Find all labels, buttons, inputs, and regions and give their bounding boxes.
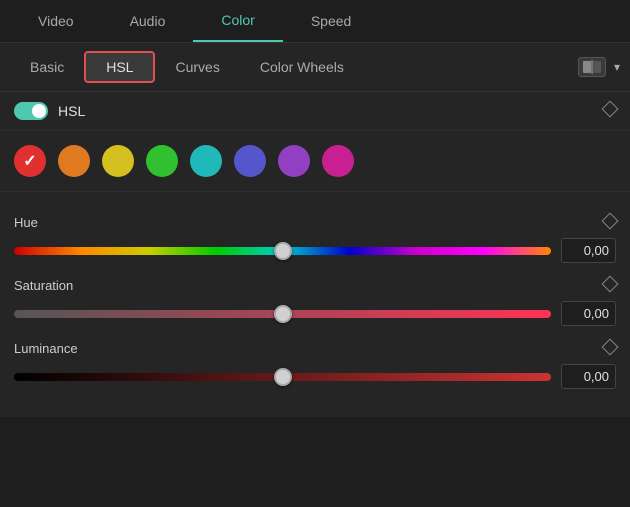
hue-reset-icon[interactable]: [604, 214, 616, 230]
toggle-knob: [32, 104, 46, 118]
subtab-color-wheels[interactable]: Color Wheels: [240, 53, 364, 81]
saturation-slider-container: [14, 301, 616, 326]
hue-slider-row: Hue: [14, 214, 616, 263]
luminance-thumb[interactable]: [274, 368, 292, 386]
top-tab-bar: Video Audio Color Speed: [0, 0, 630, 43]
subtab-basic[interactable]: Basic: [10, 53, 84, 81]
saturation-reset-icon[interactable]: [604, 277, 616, 293]
hue-label: Hue: [14, 215, 38, 230]
luminance-slider-container: [14, 364, 616, 389]
saturation-value-input[interactable]: [561, 301, 616, 326]
swatch-blue[interactable]: [234, 145, 266, 177]
hsl-toggle[interactable]: [14, 102, 48, 120]
saturation-label: Saturation: [14, 278, 73, 293]
sliders-section: Hue Saturation Luminance: [0, 192, 630, 417]
saturation-track-wrap[interactable]: [14, 304, 551, 324]
tab-color[interactable]: Color: [193, 0, 282, 42]
swatch-red[interactable]: [14, 145, 46, 177]
luminance-label-row: Luminance: [14, 340, 616, 356]
tab-audio[interactable]: Audio: [102, 0, 194, 42]
swatch-magenta[interactable]: [322, 145, 354, 177]
hue-slider-container: [14, 238, 616, 263]
reset-diamond-icon[interactable]: [604, 102, 616, 120]
swatch-cyan[interactable]: [190, 145, 222, 177]
saturation-slider-row: Saturation: [14, 277, 616, 326]
sub-tabs-right-controls: ▾: [578, 57, 620, 77]
swatch-yellow[interactable]: [102, 145, 134, 177]
section-title: HSL: [58, 103, 85, 119]
hue-value-input[interactable]: [561, 238, 616, 263]
luminance-value-input[interactable]: [561, 364, 616, 389]
tab-video[interactable]: Video: [10, 0, 102, 42]
swatch-orange[interactable]: [58, 145, 90, 177]
luminance-reset-icon[interactable]: [604, 340, 616, 356]
hue-label-row: Hue: [14, 214, 616, 230]
saturation-label-row: Saturation: [14, 277, 616, 293]
tab-speed[interactable]: Speed: [283, 0, 379, 42]
sub-tab-bar: Basic HSL Curves Color Wheels ▾: [0, 43, 630, 92]
hue-thumb[interactable]: [274, 242, 292, 260]
swatch-purple[interactable]: [278, 145, 310, 177]
swatch-green[interactable]: [146, 145, 178, 177]
subtab-hsl[interactable]: HSL: [84, 51, 155, 83]
subtab-curves[interactable]: Curves: [155, 53, 239, 81]
luminance-track-wrap[interactable]: [14, 367, 551, 387]
luminance-label: Luminance: [14, 341, 78, 356]
hsl-section-header: HSL: [0, 92, 630, 131]
luminance-slider-row: Luminance: [14, 340, 616, 389]
dropdown-chevron[interactable]: ▾: [614, 60, 620, 74]
hue-track-wrap[interactable]: [14, 241, 551, 261]
saturation-thumb[interactable]: [274, 305, 292, 323]
swatches-row: [0, 131, 630, 192]
compare-icon[interactable]: [578, 57, 606, 77]
